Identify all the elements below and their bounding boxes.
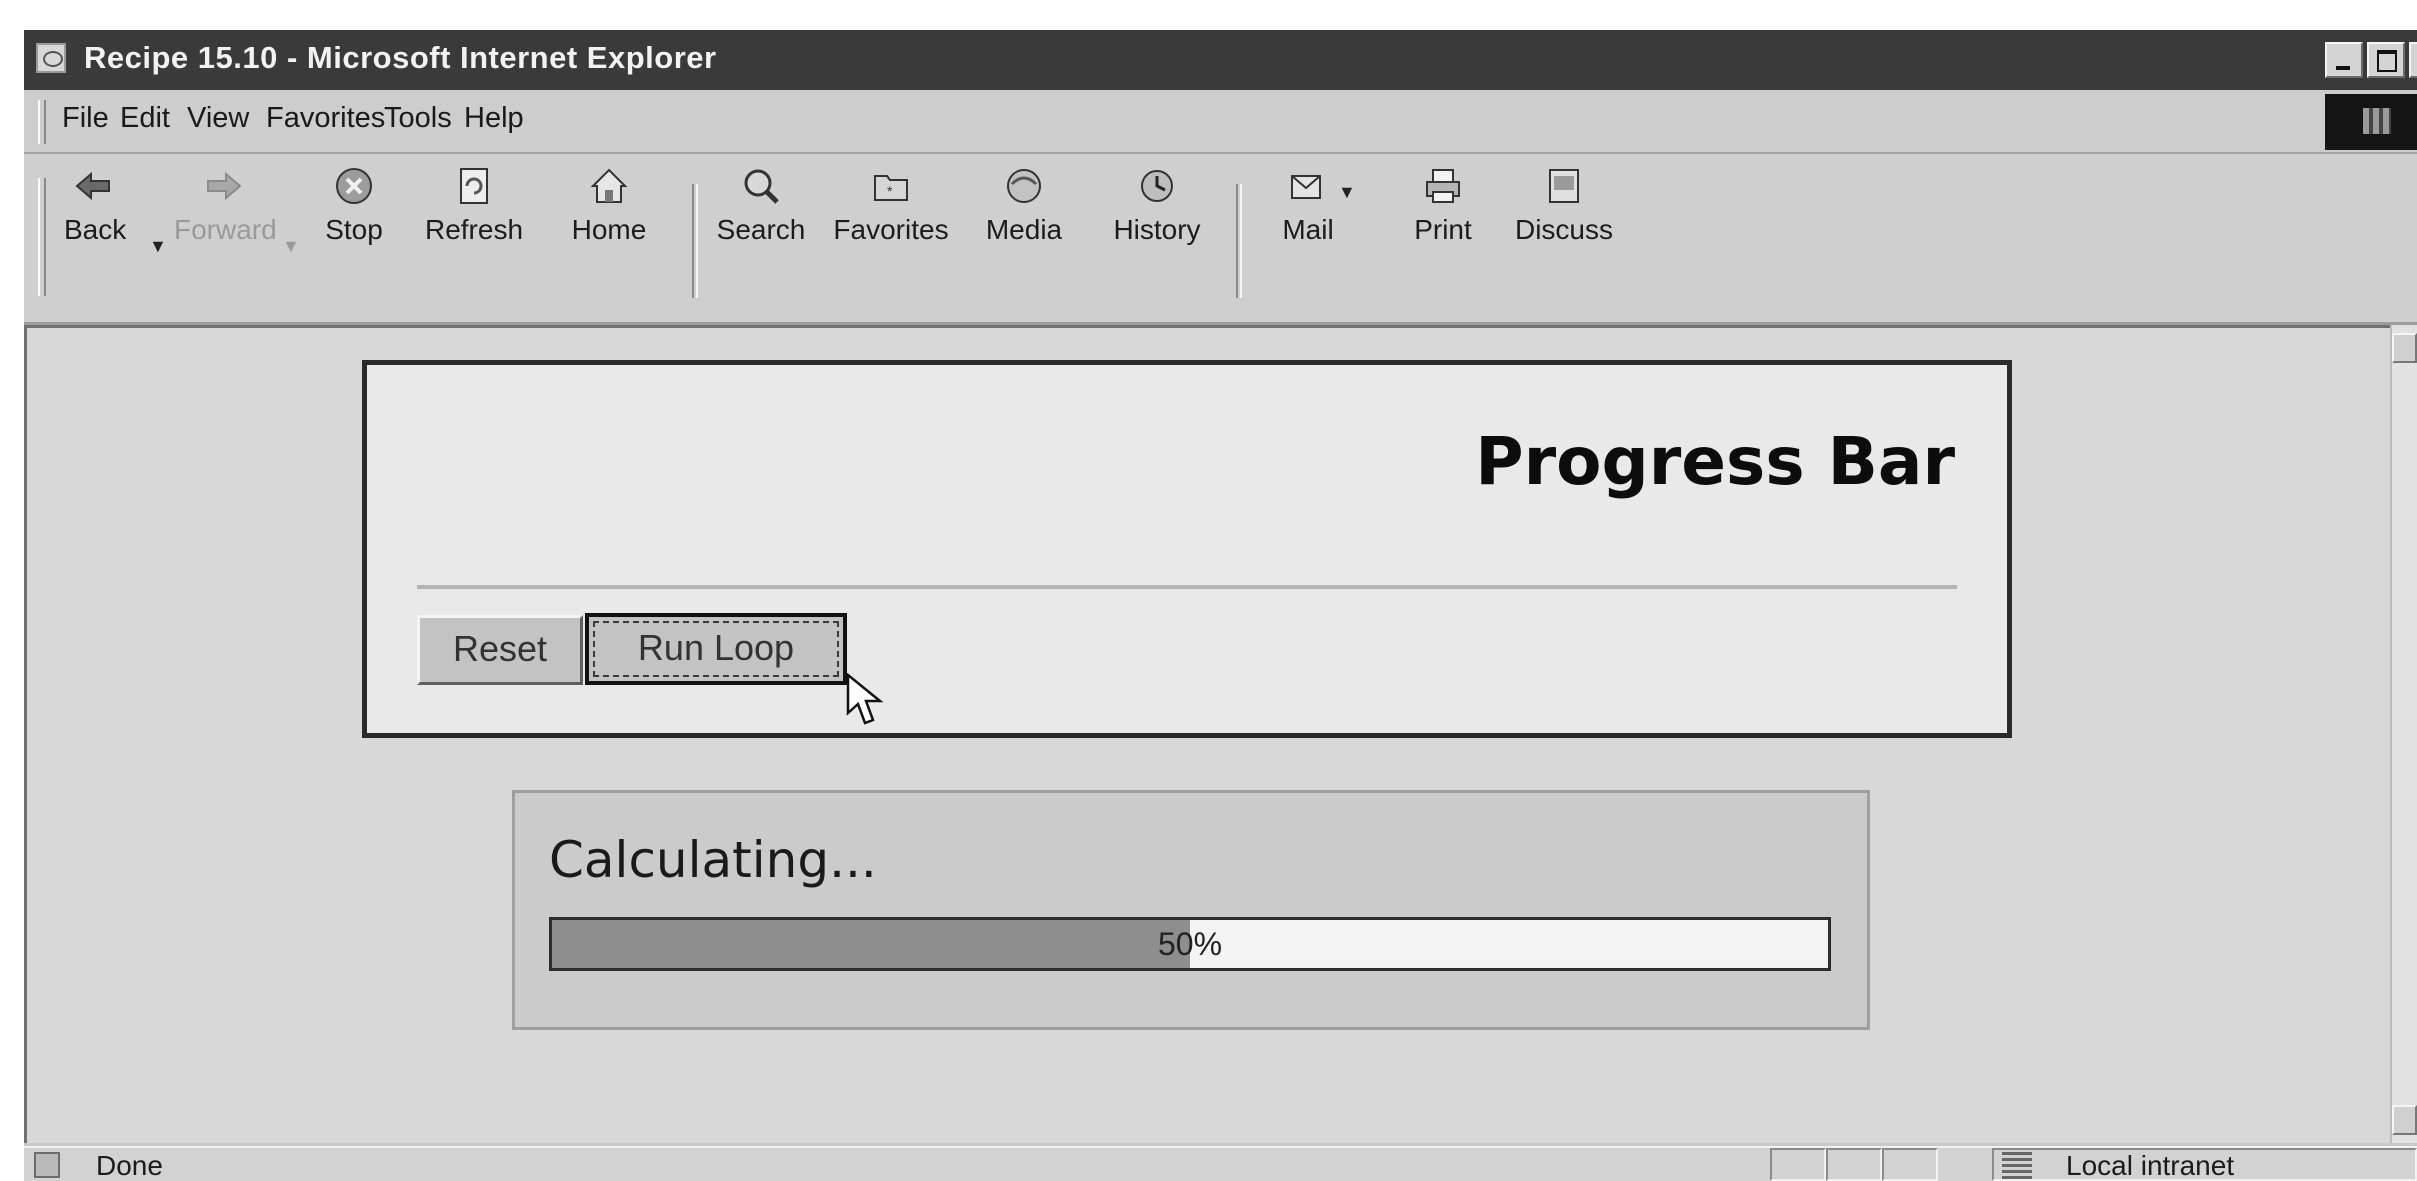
discuss-icon xyxy=(1544,166,1584,206)
back-button[interactable]: Back xyxy=(64,166,127,246)
favorites-button[interactable]: * Favorites xyxy=(820,166,962,246)
toolbar-grip[interactable] xyxy=(38,178,46,296)
local-intranet-icon xyxy=(2002,1151,2032,1179)
vertical-scrollbar[interactable] xyxy=(2390,325,2417,1143)
progress-label: Calculating... xyxy=(549,831,877,889)
history-label: History xyxy=(1113,214,1201,245)
status-text: Done xyxy=(96,1150,163,1181)
standard-toolbar: Back ▼ Forward ▼ Stop Refresh Home Searc… xyxy=(24,154,2417,325)
page-done-icon xyxy=(34,1152,60,1178)
back-arrow-icon xyxy=(73,166,113,206)
status-bar: Done Local intranet xyxy=(24,1146,2417,1181)
media-label: Media xyxy=(985,214,1063,245)
forward-arrow-icon xyxy=(204,166,244,206)
status-pane xyxy=(1770,1148,1826,1181)
home-button[interactable]: Home xyxy=(562,166,656,246)
menu-favorites[interactable]: Favorites xyxy=(266,102,385,135)
progress-percent: 50% xyxy=(1157,926,1223,962)
refresh-button[interactable]: Refresh xyxy=(414,166,534,246)
status-pane xyxy=(1882,1148,1938,1181)
menu-view[interactable]: View xyxy=(187,102,249,135)
menu-bar: File Edit View Favorites Tools Help xyxy=(24,90,2417,154)
printer-icon xyxy=(1423,166,1463,206)
minimize-button[interactable] xyxy=(2325,42,2363,78)
toolbar-separator xyxy=(1236,184,1242,298)
run-loop-label: Run Loop xyxy=(593,621,839,677)
mail-button[interactable]: Mail xyxy=(1272,166,1344,246)
media-icon xyxy=(1004,166,1044,206)
discuss-label: Discuss xyxy=(1514,214,1613,245)
run-loop-button[interactable]: Run Loop xyxy=(585,613,847,685)
media-button[interactable]: Media xyxy=(972,166,1076,246)
menu-file[interactable]: File xyxy=(62,102,109,135)
favorites-icon: * xyxy=(871,166,911,206)
search-label: Search xyxy=(716,214,806,245)
reset-button[interactable]: Reset xyxy=(417,615,583,685)
toolbar-separator xyxy=(692,184,698,298)
security-zone-label: Local intranet xyxy=(2066,1150,2235,1181)
print-button[interactable]: Print xyxy=(1412,166,1474,246)
internet-explorer-icon xyxy=(36,43,66,73)
back-dropdown-arrow[interactable]: ▼ xyxy=(149,236,167,257)
mail-icon xyxy=(1288,166,1328,206)
mail-dropdown-arrow[interactable]: ▼ xyxy=(1338,182,1356,203)
refresh-label: Refresh xyxy=(424,214,524,245)
forward-label: Forward xyxy=(174,214,277,245)
home-icon xyxy=(589,166,629,206)
favorites-label: Favorites xyxy=(833,214,949,245)
refresh-icon xyxy=(454,166,494,206)
windows-logo-throbber xyxy=(2325,94,2417,150)
horizontal-rule xyxy=(417,585,1957,589)
stop-icon xyxy=(334,166,374,206)
svg-text:*: * xyxy=(887,183,893,199)
status-pane xyxy=(1826,1148,1882,1181)
search-button[interactable]: Search xyxy=(706,166,816,246)
forward-dropdown-arrow[interactable]: ▼ xyxy=(282,236,300,257)
stop-button[interactable]: Stop xyxy=(322,166,386,246)
forward-button[interactable]: Forward xyxy=(174,166,277,246)
title-bar: Recipe 15.10 - Microsoft Internet Explor… xyxy=(24,30,2417,90)
history-icon xyxy=(1137,166,1177,206)
home-label: Home xyxy=(571,214,647,245)
scroll-down-button[interactable] xyxy=(2392,1105,2417,1135)
menu-tools[interactable]: Tools xyxy=(384,102,452,135)
page-title: Progress Bar xyxy=(1475,423,1955,500)
progress-dialog: Calculating... 50% xyxy=(512,790,1870,1030)
progress-bar: 50% xyxy=(549,917,1831,971)
print-label: Print xyxy=(1414,214,1472,245)
maximize-button[interactable] xyxy=(2367,42,2405,78)
menu-help[interactable]: Help xyxy=(464,102,524,135)
window-title: Recipe 15.10 - Microsoft Internet Explor… xyxy=(84,40,717,75)
history-button[interactable]: History xyxy=(1100,166,1214,246)
search-icon xyxy=(741,166,781,206)
stop-label: Stop xyxy=(325,214,383,245)
mouse-pointer-icon xyxy=(846,673,884,725)
discuss-button[interactable]: Discuss xyxy=(1504,166,1624,246)
scroll-up-button[interactable] xyxy=(2392,333,2417,363)
mail-label: Mail xyxy=(1282,214,1334,245)
menu-edit[interactable]: Edit xyxy=(120,102,170,135)
menu-bar-grip[interactable] xyxy=(38,100,46,144)
close-button[interactable] xyxy=(2409,42,2417,78)
back-label: Back xyxy=(64,214,127,245)
progress-bar-demo-panel: Progress Bar Reset Run Loop xyxy=(362,360,2012,738)
